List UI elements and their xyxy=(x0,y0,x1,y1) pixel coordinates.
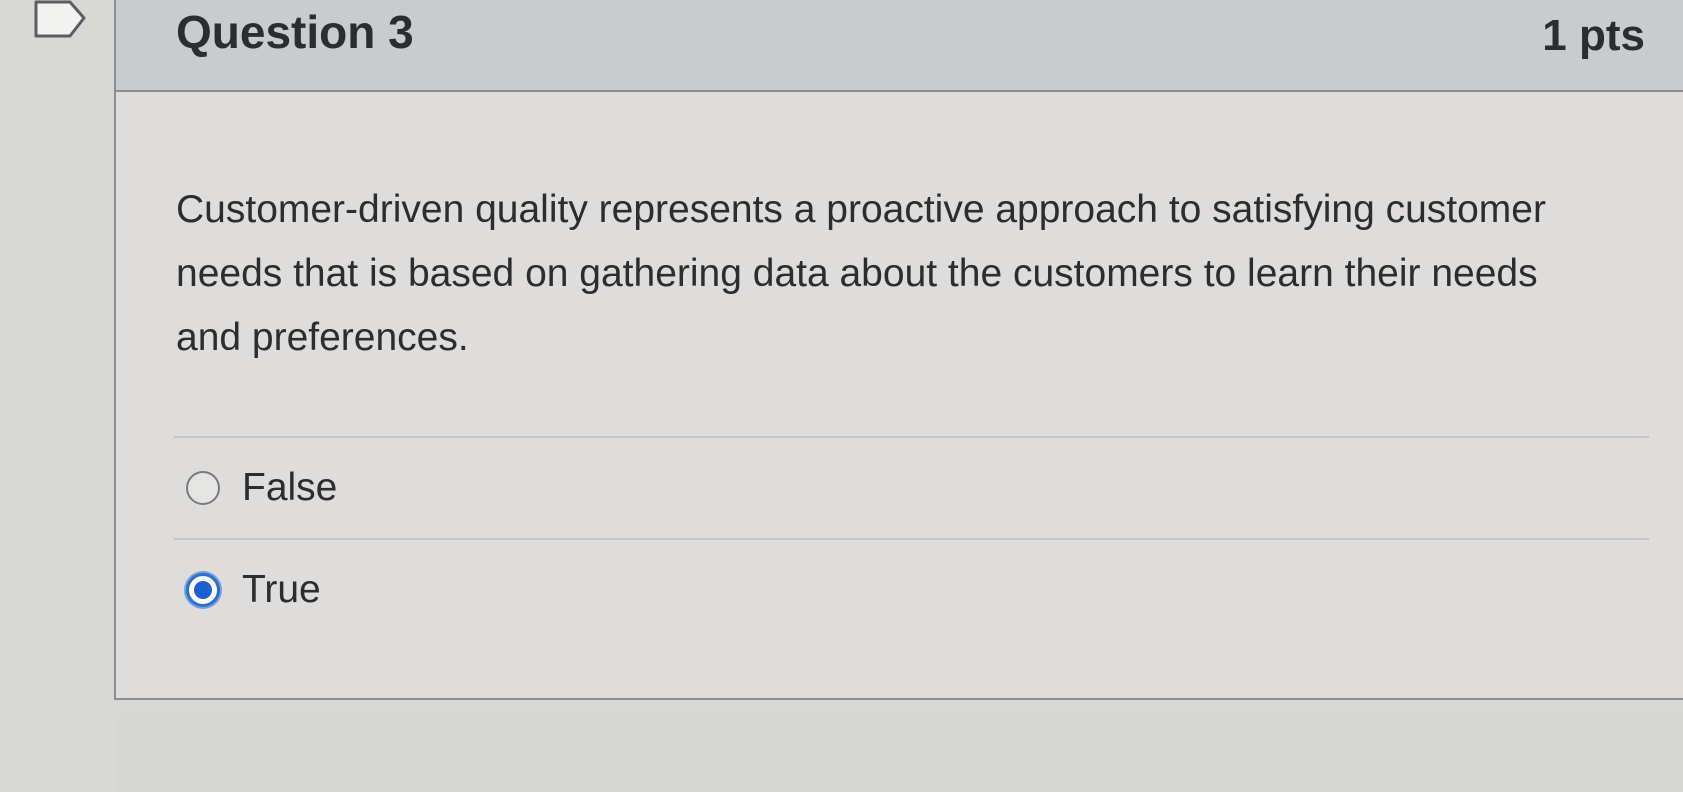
question-title: Question 3 xyxy=(176,6,414,58)
left-gutter xyxy=(0,0,114,792)
radio-unselected-icon[interactable] xyxy=(186,471,220,505)
answer-label: True xyxy=(242,568,321,611)
question-header: Question 3 1 pts xyxy=(116,0,1683,92)
answer-option-true[interactable]: True xyxy=(174,538,1649,640)
flag-bookmark-icon[interactable] xyxy=(34,0,86,40)
question-card: Question 3 1 pts Customer-driven quality… xyxy=(114,0,1683,700)
answer-list: False True xyxy=(174,436,1649,640)
answer-option-false[interactable]: False xyxy=(174,436,1649,538)
radio-selected-icon[interactable] xyxy=(186,573,220,607)
question-points: 1 pts xyxy=(1542,11,1645,60)
question-text: Customer-driven quality represents a pro… xyxy=(176,188,1546,359)
answer-label: False xyxy=(242,466,338,509)
